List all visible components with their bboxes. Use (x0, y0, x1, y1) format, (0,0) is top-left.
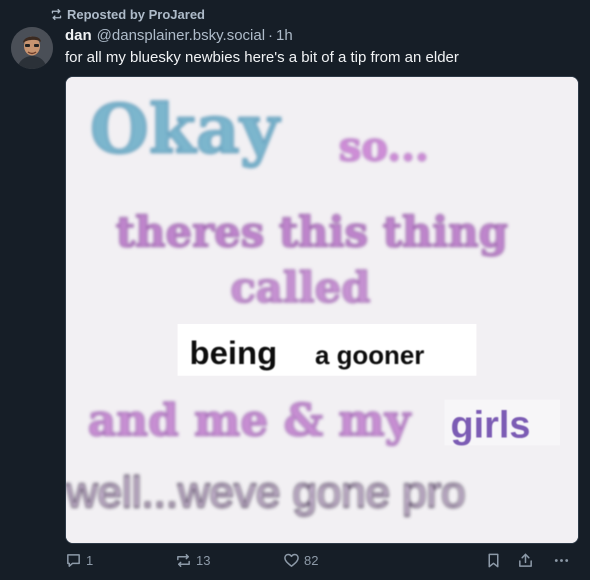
author-handle[interactable]: @dansplainer.bsky.social (97, 27, 265, 44)
more-options-button[interactable] (553, 552, 570, 569)
bookmark-icon (488, 553, 499, 568)
meme-text-and-me: and me & my (88, 395, 412, 446)
reply-button[interactable]: 1 (65, 552, 93, 569)
meme-text-so: so... (339, 125, 429, 171)
meme-text-theres: theres this thing (116, 207, 508, 256)
share-icon (519, 553, 532, 567)
repost-button[interactable]: 13 (175, 552, 210, 569)
meme-text-called: called (230, 263, 370, 312)
meme-text-well: well...weve gone pro (66, 468, 465, 517)
post-image[interactable]: Okay so... theres this thing called and … (65, 76, 579, 544)
repost-count: 13 (196, 553, 211, 568)
reply-count: 1 (86, 553, 94, 568)
feed-post[interactable]: Reposted by ProJared dan @dansplainer.bs… (0, 0, 590, 580)
bookmark-button[interactable] (485, 552, 502, 569)
post-time[interactable]: 1h (276, 27, 293, 44)
repost-icon (51, 8, 62, 21)
post-actions: 1 13 82 (65, 552, 579, 574)
meme-text-gooner: a gooner (315, 342, 424, 370)
like-count: 82 (304, 553, 319, 568)
avatar[interactable] (11, 27, 53, 69)
meme-text-okay: Okay (90, 89, 281, 169)
meme-text-being: being (190, 334, 278, 371)
author-name[interactable]: dan (65, 27, 92, 44)
share-button[interactable] (517, 552, 534, 569)
repost-icon (177, 554, 190, 567)
reposted-by-line[interactable]: Reposted by ProJared (50, 7, 205, 22)
separator-dot: · (268, 27, 274, 44)
like-button[interactable]: 82 (283, 552, 318, 569)
post-text: for all my bluesky newbies here's a bit … (65, 49, 459, 66)
heart-icon (284, 553, 299, 567)
reply-icon (67, 554, 80, 567)
meme-text-girls: girls (450, 404, 530, 446)
meme-image: Okay so... theres this thing called and … (66, 77, 578, 543)
reposted-by-label: Reposted by ProJared (67, 7, 205, 22)
post-header: dan @dansplainer.bsky.social · 1h (65, 27, 293, 44)
more-icon (554, 559, 569, 562)
